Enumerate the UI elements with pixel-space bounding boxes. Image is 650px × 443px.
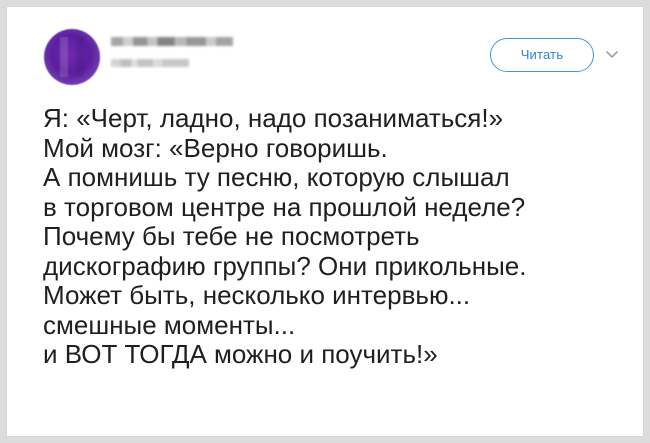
display-name-blurred[interactable] <box>111 37 233 46</box>
follow-button[interactable]: Читать <box>490 38 594 72</box>
tweet-text: Я: «Черт, ладно, надо позаниматься!» Мой… <box>43 103 643 370</box>
tweet-line: в торговом центре на прошлой неделе? <box>43 191 526 222</box>
avatar[interactable] <box>44 29 100 85</box>
tweet-line: А помнишь ту песню, которую слышал <box>43 162 510 192</box>
chevron-down-svg <box>606 51 618 58</box>
tweet-line: дискографию группы? Они прикольные. <box>43 250 527 281</box>
tweet-line: и ВОТ ТОГДА можно и поучить!» <box>43 339 438 369</box>
tweet-card: Читать Я: «Черт, ладно, надо позаниматьс… <box>6 6 644 437</box>
chevron-down-icon[interactable] <box>605 47 619 61</box>
tweet-line: Мой мозг: «Верно говоришь. <box>43 132 388 163</box>
tweet-line: Я: «Черт, ладно, надо позаниматься!» <box>43 103 504 133</box>
tweet-line: смешные моменты... <box>43 309 296 340</box>
tweet-line: Может быть, несколько интервью... <box>43 280 471 310</box>
tweet-line: Почему бы тебе не посмотреть <box>43 221 420 251</box>
username-blurred <box>111 59 189 67</box>
